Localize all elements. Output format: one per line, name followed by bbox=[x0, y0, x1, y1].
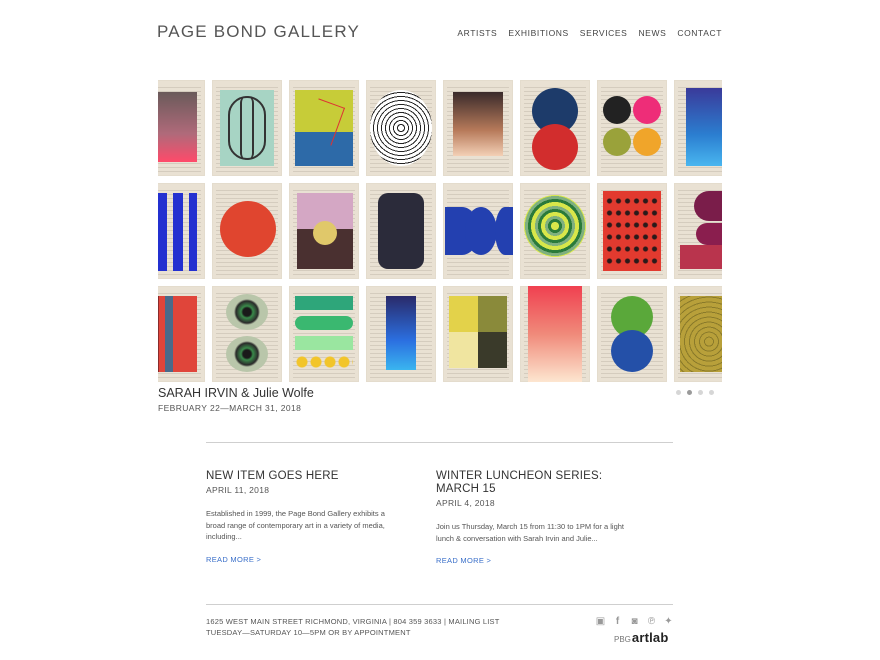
artwork-thumbnail[interactable] bbox=[158, 286, 205, 382]
nav-contact[interactable]: CONTACT bbox=[677, 28, 722, 38]
slide-dates: FEBRUARY 22—MARCH 31, 2018 bbox=[158, 403, 302, 413]
artwork-thumbnail[interactable] bbox=[443, 183, 513, 279]
artwork-thumbnail[interactable] bbox=[674, 80, 722, 176]
artwork-thumbnail[interactable] bbox=[289, 286, 359, 382]
news-date: APRIL 4, 2018 bbox=[436, 498, 495, 508]
nav-exhibitions[interactable]: EXHIBITIONS bbox=[508, 28, 568, 38]
news-item: NEW ITEM GOES HERE APRIL 11, 2018 Establ… bbox=[206, 470, 401, 567]
slider-dot[interactable] bbox=[698, 390, 703, 395]
artwork-thumbnail[interactable] bbox=[366, 183, 436, 279]
nav-news[interactable]: NEWS bbox=[638, 28, 666, 38]
facebook-icon[interactable]: f bbox=[612, 616, 623, 627]
artwork-thumbnail[interactable] bbox=[366, 80, 436, 176]
news-item: WINTER LUNCHEON SERIES: MARCH 15 APRIL 4… bbox=[436, 470, 631, 568]
read-more-link[interactable]: READ MORE > bbox=[206, 555, 261, 564]
divider-top bbox=[206, 442, 673, 443]
main-nav: ARTISTS EXHIBITIONS SERVICES NEWS CONTAC… bbox=[457, 28, 722, 38]
artwork-thumbnail[interactable] bbox=[212, 80, 282, 176]
pbg-artlab-logo[interactable]: PBGartlab bbox=[614, 630, 669, 645]
slide-caption: SARAH IRVIN & Julie Wolfe FEBRUARY 22—MA… bbox=[158, 386, 314, 413]
artwork-thumbnail[interactable] bbox=[443, 80, 513, 176]
nav-artists[interactable]: ARTISTS bbox=[457, 28, 497, 38]
news-excerpt: Join us Thursday, March 15 from 11:30 to… bbox=[436, 522, 625, 543]
slider-dot[interactable] bbox=[676, 390, 681, 395]
news-title[interactable]: NEW ITEM GOES HERE bbox=[206, 470, 401, 483]
artwork-thumbnail[interactable] bbox=[289, 183, 359, 279]
instagram-icon[interactable]: ◙ bbox=[629, 616, 640, 627]
social-links: ▣ f ◙ ℗ ✦ bbox=[595, 616, 674, 627]
artwork-thumbnail[interactable] bbox=[443, 286, 513, 382]
artwork-thumbnail[interactable] bbox=[674, 286, 722, 382]
pinterest-icon[interactable]: ℗ bbox=[646, 616, 657, 627]
artwork-thumbnail[interactable] bbox=[597, 80, 667, 176]
artwork-thumbnail[interactable] bbox=[520, 80, 590, 176]
artwork-thumbnail[interactable] bbox=[212, 286, 282, 382]
artwork-thumbnail[interactable] bbox=[158, 80, 205, 176]
news-excerpt: Established in 1999, the Page Bond Galle… bbox=[206, 509, 385, 541]
artwork-thumbnail[interactable] bbox=[158, 183, 205, 279]
slider-dot[interactable] bbox=[687, 390, 692, 395]
divider-bottom bbox=[206, 604, 673, 605]
artwork-thumbnail[interactable] bbox=[597, 183, 667, 279]
artwork-thumbnail[interactable] bbox=[674, 183, 722, 279]
exhibition-slider[interactable] bbox=[158, 80, 722, 382]
artwork-thumbnail[interactable] bbox=[520, 183, 590, 279]
artwork-thumbnail[interactable] bbox=[289, 80, 359, 176]
brand-prefix: PBG bbox=[614, 635, 631, 644]
news-title[interactable]: WINTER LUNCHEON SERIES: MARCH 15 bbox=[436, 470, 606, 496]
artwork-thumbnail[interactable] bbox=[366, 286, 436, 382]
artsy-icon[interactable]: ▣ bbox=[595, 616, 606, 627]
footer-hours: TUESDAY—SATURDAY 10—5PM OR BY APPOINTMEN… bbox=[206, 628, 411, 637]
read-more-link[interactable]: READ MORE > bbox=[436, 556, 491, 565]
artwork-thumbnail[interactable] bbox=[597, 286, 667, 382]
slider-dot[interactable] bbox=[709, 390, 714, 395]
artwork-grid bbox=[158, 80, 722, 382]
slide-artists[interactable]: SARAH IRVIN & Julie Wolfe bbox=[158, 386, 314, 400]
slider-pagination bbox=[676, 390, 714, 395]
brand-name: artlab bbox=[631, 630, 669, 645]
twitter-icon[interactable]: ✦ bbox=[663, 616, 674, 627]
nav-services[interactable]: SERVICES bbox=[580, 28, 628, 38]
footer-info: 1625 WEST MAIN STREET RICHMOND, VIRGINIA… bbox=[206, 616, 500, 638]
footer-address: 1625 WEST MAIN STREET RICHMOND, VIRGINIA… bbox=[206, 617, 500, 626]
gallery-logo[interactable]: PAGE BOND GALLERY bbox=[157, 22, 360, 42]
news-date: APRIL 11, 2018 bbox=[206, 485, 270, 495]
artwork-thumbnail[interactable] bbox=[212, 183, 282, 279]
artwork-thumbnail[interactable] bbox=[520, 286, 590, 382]
